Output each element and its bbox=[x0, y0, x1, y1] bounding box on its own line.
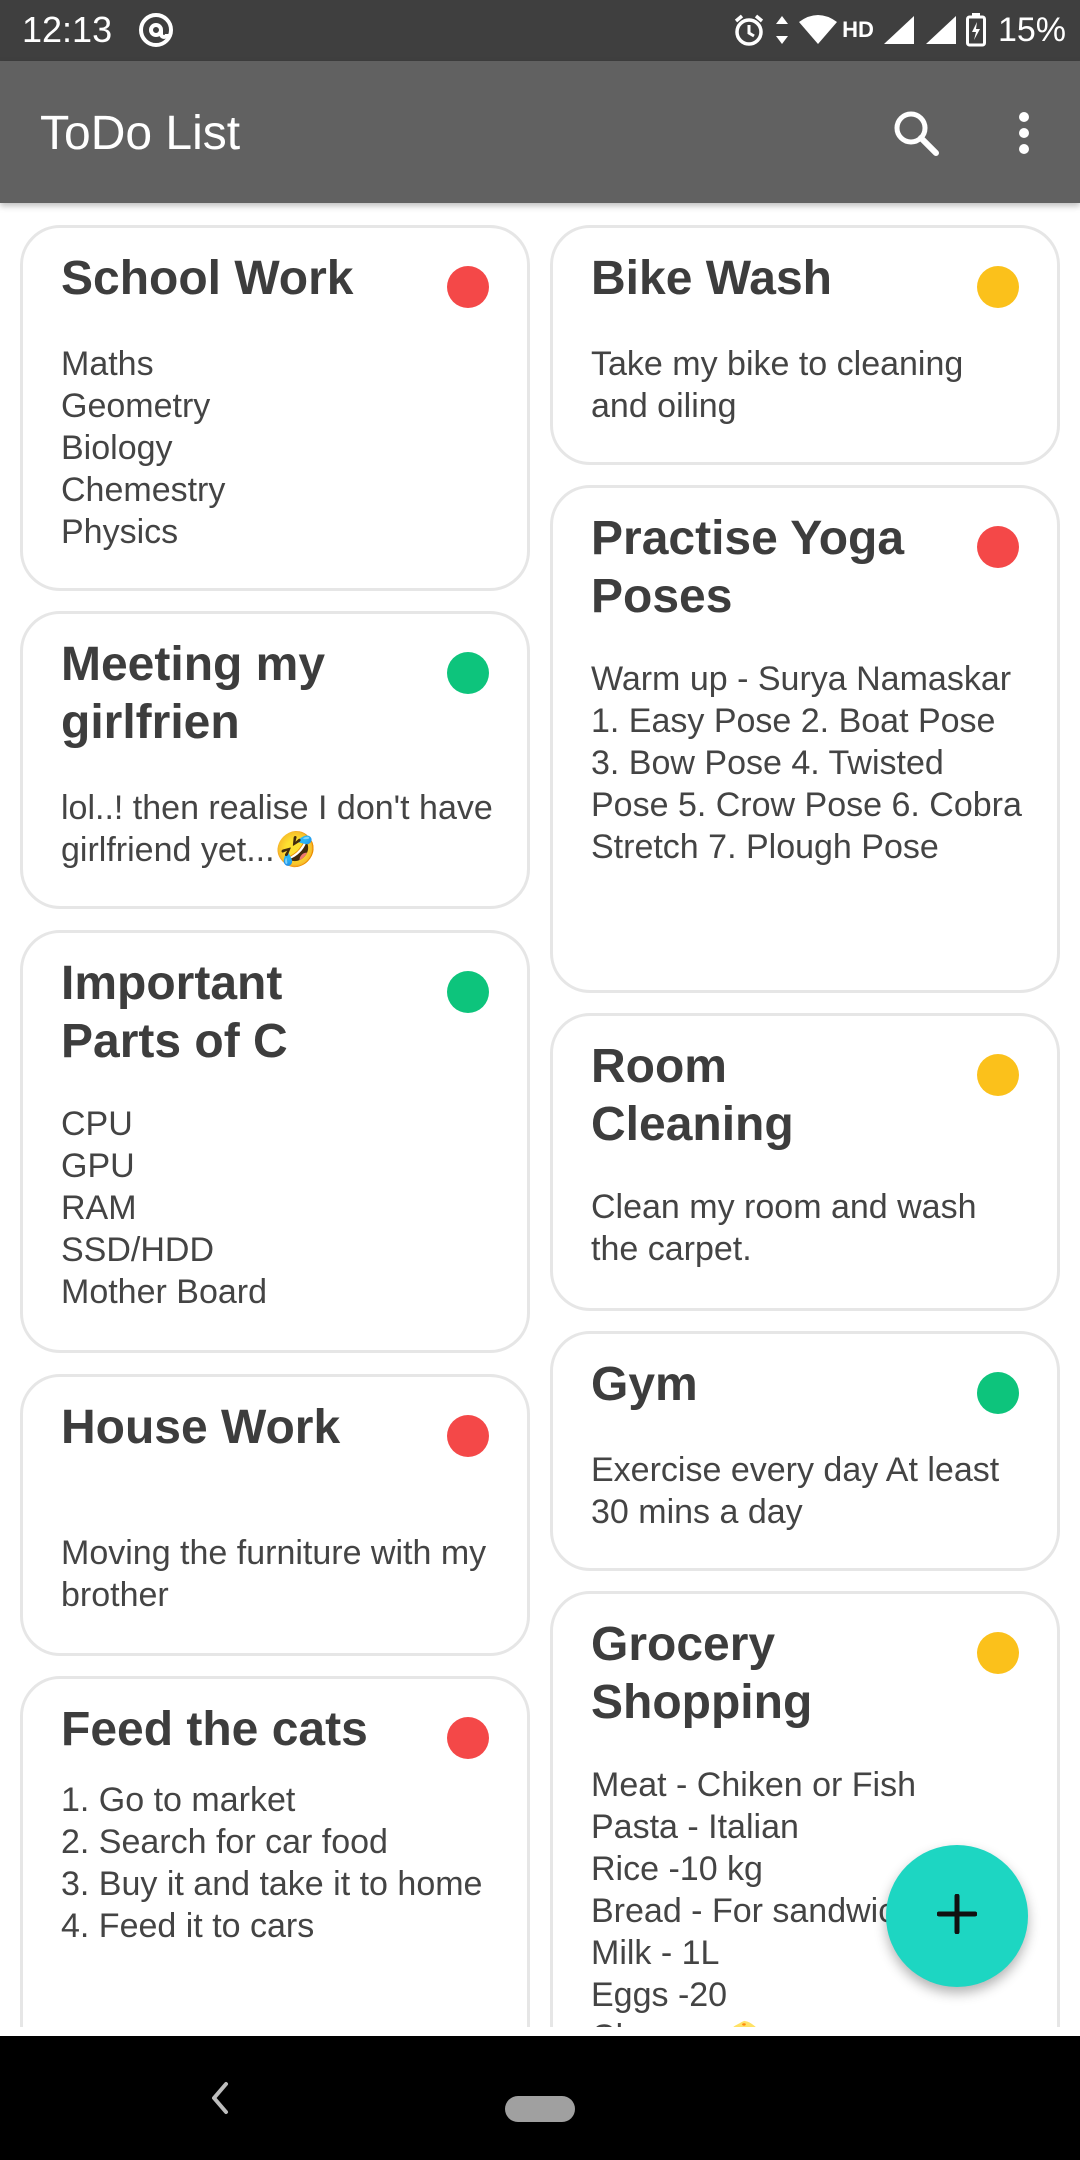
note-body: Take my bike to cleaning and oiling bbox=[591, 345, 964, 425]
priority-dot bbox=[977, 1632, 1019, 1674]
note-body: Clean my room and wash the carpet. bbox=[591, 1188, 977, 1268]
note-body: Warm up - Surya Namaskar 1. Easy Pose 2.… bbox=[591, 660, 1022, 866]
note-card[interactable]: Room Cleaning Clean my room and wash the… bbox=[550, 1013, 1060, 1311]
note-card[interactable]: Feed the cats 1. Go to market 2. Search … bbox=[20, 1676, 530, 2027]
status-bar: 12:13 HD 15% bbox=[0, 0, 1080, 61]
priority-dot bbox=[977, 1054, 1019, 1096]
note-title: House Work bbox=[61, 1401, 341, 1454]
priority-dot bbox=[447, 971, 489, 1013]
priority-dot bbox=[977, 526, 1019, 568]
priority-dot bbox=[447, 1415, 489, 1457]
note-title: Room Cleaning bbox=[591, 1040, 794, 1151]
note-title: Feed the cats bbox=[61, 1703, 368, 1756]
navigation-bar bbox=[0, 2036, 1080, 2160]
note-card[interactable]: Bike Wash Take my bike to cleaning and o… bbox=[550, 225, 1060, 465]
priority-dot bbox=[447, 266, 489, 308]
note-title: Grocery Shopping bbox=[591, 1618, 813, 1729]
more-vert-icon[interactable] bbox=[1000, 103, 1048, 163]
note-title: Meeting my girlfrien bbox=[61, 638, 326, 749]
home-pill-icon[interactable] bbox=[505, 2096, 575, 2122]
status-time: 12:13 bbox=[22, 9, 113, 50]
note-title: School Work bbox=[61, 252, 354, 305]
note-card[interactable]: Meeting my girlfrien lol..! then realise… bbox=[20, 611, 530, 909]
add-icon bbox=[936, 1893, 978, 1939]
note-body: lol..! then realise I don't have girlfri… bbox=[61, 789, 493, 869]
page-title: ToDo List bbox=[40, 107, 241, 160]
signal-icon bbox=[924, 14, 958, 46]
notes-grid: School Work Maths Geometry Biology Cheme… bbox=[0, 203, 1080, 2027]
wifi-icon bbox=[798, 14, 838, 46]
note-title: Bike Wash bbox=[591, 252, 832, 305]
add-note-button[interactable] bbox=[886, 1845, 1028, 1987]
note-body: CPU GPU RAM SSD/HDD Mother Board bbox=[61, 1105, 267, 1311]
priority-dot bbox=[447, 1717, 489, 1759]
note-card[interactable]: House Work Moving the furniture with my … bbox=[20, 1374, 530, 1656]
note-body: Maths Geometry Biology Chemestry Physics bbox=[61, 345, 226, 551]
app-bar: ToDo List bbox=[0, 61, 1080, 203]
note-title: Practise Yoga Poses bbox=[591, 512, 905, 623]
priority-dot bbox=[977, 266, 1019, 308]
back-icon[interactable] bbox=[204, 2078, 234, 2118]
signal-icon bbox=[882, 14, 916, 46]
note-title: Gym bbox=[591, 1358, 698, 1411]
note-title: Important Parts of C bbox=[61, 957, 288, 1068]
alarm-icon bbox=[732, 13, 766, 47]
priority-dot bbox=[447, 652, 489, 694]
data-arrows-icon bbox=[774, 14, 790, 46]
search-icon[interactable] bbox=[886, 103, 946, 163]
note-body: 1. Go to market 2. Search for car food 3… bbox=[61, 1781, 483, 1945]
note-body: Exercise every day At least 30 mins a da… bbox=[591, 1451, 1000, 1531]
at-sign-icon bbox=[138, 12, 174, 48]
status-icons: HD 15% bbox=[732, 8, 1066, 52]
network-hd-label: HD bbox=[842, 17, 874, 42]
note-body: Moving the furniture with my brother bbox=[61, 1534, 487, 1614]
note-card[interactable]: School Work Maths Geometry Biology Cheme… bbox=[20, 225, 530, 591]
battery-percent: 15% bbox=[997, 11, 1066, 49]
note-card[interactable]: Gym Exercise every day At least 30 mins … bbox=[550, 1331, 1060, 1571]
priority-dot bbox=[977, 1372, 1019, 1414]
note-card[interactable]: Important Parts of C CPU GPU RAM SSD/HDD… bbox=[20, 930, 530, 1353]
battery-charging-icon bbox=[965, 13, 986, 47]
note-card[interactable]: Practise Yoga Poses Warm up - Surya Nama… bbox=[550, 485, 1060, 993]
